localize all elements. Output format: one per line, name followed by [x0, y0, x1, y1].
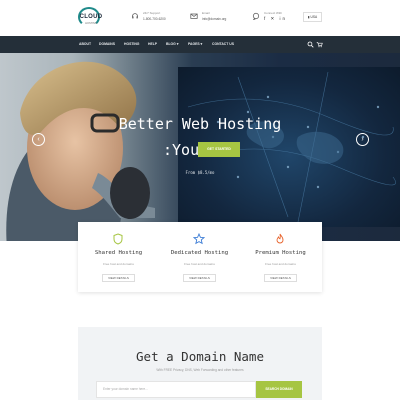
get-started-button[interactable]: GET STARTED	[198, 142, 240, 157]
view-details-button[interactable]: VIEW DETAILS	[102, 274, 135, 282]
hero-title-line2: :You	[163, 141, 200, 159]
card-title: Dedicated Hosting	[170, 250, 229, 256]
logo-name: CLOUD	[79, 14, 103, 20]
view-details-button[interactable]: VIEW DETAILS	[264, 274, 297, 282]
cart-icon[interactable]	[316, 41, 323, 48]
domain-subtitle: With FREE Privacy, DNS, Web Forwarding a…	[156, 368, 244, 372]
nav-item-hosting[interactable]: HOSTING	[124, 42, 139, 46]
shield-icon	[113, 233, 123, 245]
card-desc: Free host and domains	[184, 262, 215, 266]
main-navigation: ABOUT DOMAINS HOSTING HELP BLOG ▾ PAGES …	[0, 36, 400, 53]
search-icon[interactable]	[307, 41, 314, 48]
card-premium-hosting: Premium Hosting Free host and domains VI…	[240, 222, 321, 292]
nav-item-blog[interactable]: BLOG ▾	[166, 42, 178, 46]
slider-prev-arrow[interactable]: ‹	[32, 133, 45, 146]
phone-label: 24/7 Support	[143, 11, 161, 15]
hosting-plans: Shared Hosting Free host and domains VIE…	[78, 222, 322, 292]
phone-number[interactable]: 1-800-700-6200	[143, 17, 166, 21]
logo-tagline: HOSTING	[85, 22, 97, 25]
header-email: Email info@domain.org	[190, 10, 250, 26]
nav-item-domains[interactable]: DOMAINS	[99, 42, 115, 46]
star-icon	[193, 233, 205, 245]
nav-item-pages[interactable]: PAGES ▾	[188, 42, 202, 46]
flame-icon	[276, 233, 284, 244]
domain-search-input[interactable]: Enter your domain name here...	[96, 381, 256, 398]
nav-item-contact[interactable]: CONTACT US	[212, 42, 234, 46]
card-desc: Free host and domains	[265, 262, 296, 266]
language-selector[interactable]: ▮ USA	[303, 12, 322, 22]
site-logo[interactable]: CLOUD HOSTING	[74, 7, 106, 29]
email-label: Email	[202, 11, 210, 15]
search-domain-button[interactable]: SEARCH DOMAIN	[256, 381, 302, 398]
email-address[interactable]: info@domain.org	[202, 17, 226, 21]
social-label: Connect With	[264, 11, 283, 15]
card-title: Shared Hosting	[94, 250, 143, 256]
social-icons[interactable]: f ✕ in	[264, 16, 287, 22]
header-phone: 24/7 Support 1-800-700-6200	[131, 10, 181, 26]
domain-title: Get a Domain Name	[136, 349, 264, 364]
view-details-button[interactable]: VIEW DETAILS	[183, 274, 216, 282]
nav-item-about[interactable]: ABOUT	[79, 42, 91, 46]
chat-icon	[252, 12, 260, 20]
card-desc: Free host and domains	[103, 262, 134, 266]
hero-slider: Better Web Hosting :You GET STARTED From…	[0, 53, 400, 241]
hero-person-image	[6, 61, 155, 241]
card-dedicated-hosting: Dedicated Hosting Free host and domains …	[159, 222, 240, 292]
hero-title: Better Web Hosting	[118, 115, 282, 133]
headset-icon	[132, 13, 138, 19]
card-shared-hosting: Shared Hosting Free host and domains VIE…	[78, 222, 159, 292]
top-header: CLOUD HOSTING 24/7 Support 1-800-700-620…	[0, 0, 400, 36]
nav-item-help[interactable]: HELP	[148, 42, 157, 46]
mail-icon	[190, 13, 198, 19]
card-title: Premium Hosting	[255, 250, 306, 256]
slider-next-arrow[interactable]: ›	[356, 133, 369, 146]
hero-price: From $8.5/mo	[185, 170, 215, 175]
